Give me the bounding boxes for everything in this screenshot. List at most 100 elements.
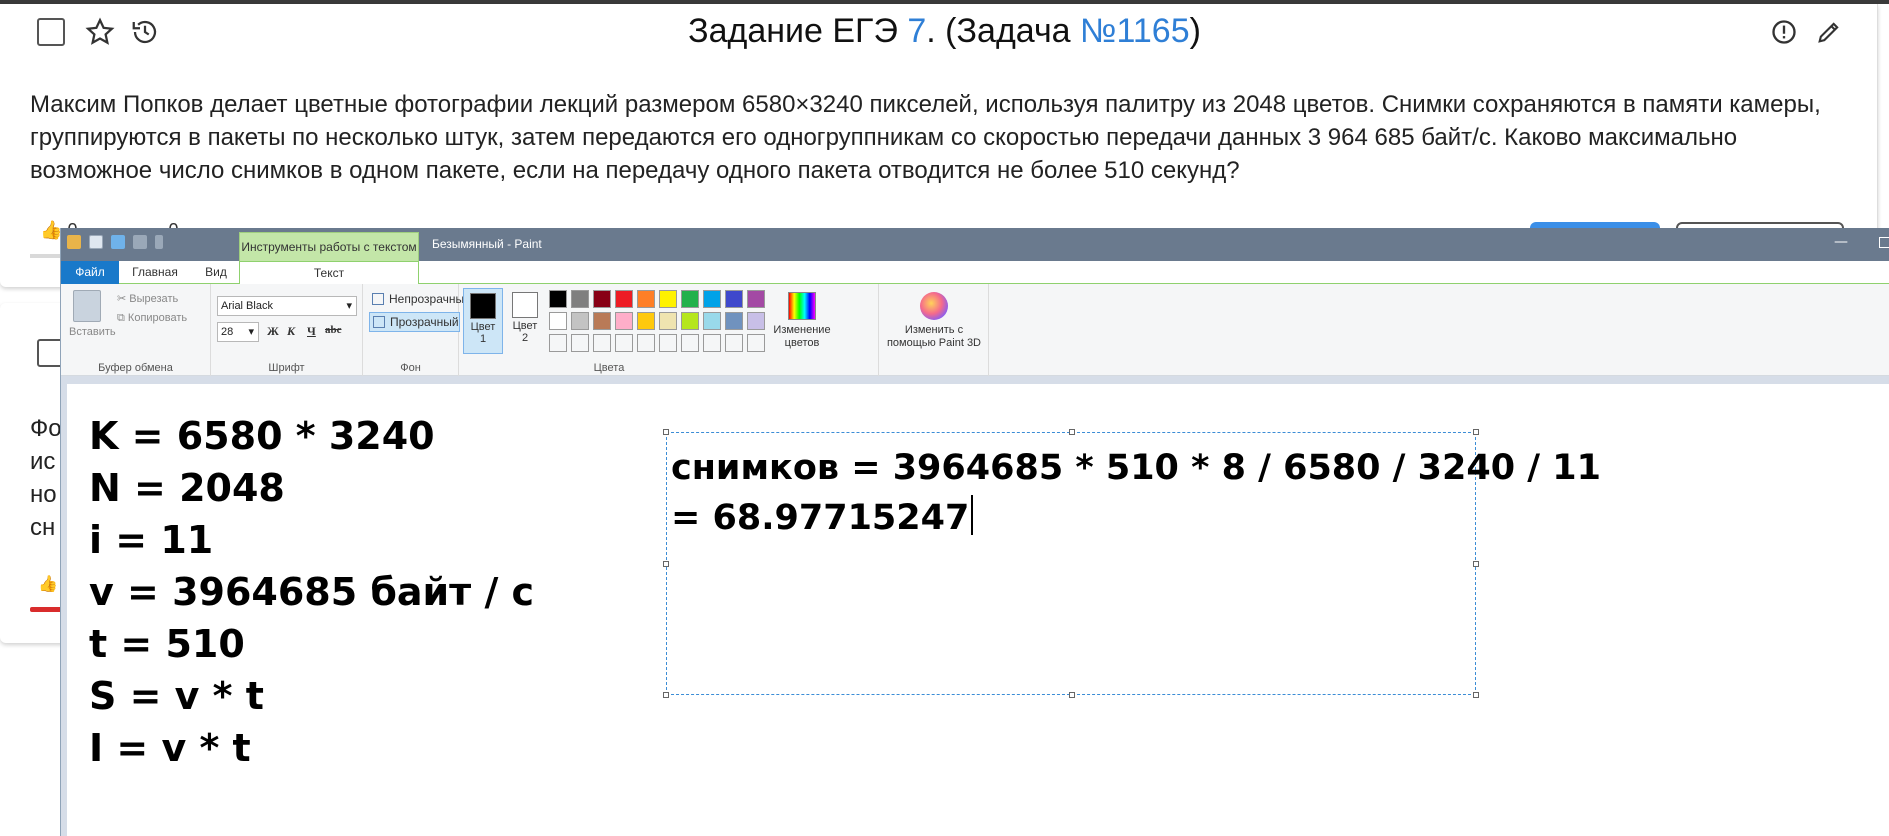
edit-colors-label: цветов [784,337,820,349]
palette-swatch[interactable] [615,334,633,352]
title-prefix: Задание ЕГЭ [688,12,908,50]
copy-label: Копировать [127,312,188,324]
palette-swatch[interactable] [593,312,611,330]
paint3d-button[interactable]: Изменить с помощью Paint 3D [883,288,985,350]
minimize-button[interactable]: — [1834,234,1848,250]
paint3d-label: помощью Paint 3D [886,337,982,349]
customize-toolbar-icon[interactable] [155,235,163,249]
palette-swatch[interactable] [637,312,655,330]
paint3d-group: Изменить с помощью Paint 3D [879,284,989,376]
palette-grid [549,290,765,352]
cut-label: Вырезать [129,293,179,305]
color-2-label: Цвет [512,320,538,332]
palette-swatch[interactable] [593,334,611,352]
maximize-button[interactable] [1879,237,1889,248]
palette-swatch[interactable] [571,290,589,308]
palette-swatch[interactable] [549,290,567,308]
palette-swatch[interactable] [681,290,699,308]
edit-colors-label: Изменение [773,324,831,336]
text-box[interactable]: снимков = 3964685 * 510 * 8 / 6580 / 324… [663,429,1601,698]
task-id-link[interactable]: №1165 [1080,12,1190,50]
resize-handle[interactable] [1473,561,1479,567]
opaque-option[interactable]: Непрозрачный [369,290,471,310]
palette-swatch[interactable] [637,334,655,352]
formula-line: I = v * t [89,726,251,770]
paste-button[interactable]: Вставить [69,326,116,338]
save-icon[interactable] [89,235,103,249]
colors-group-label: Цвета [593,362,625,374]
resize-handle[interactable] [1069,429,1075,435]
palette-swatch[interactable] [681,334,699,352]
text-caret [971,495,974,535]
transparent-option[interactable]: Прозрачный [369,312,460,332]
paint3d-label: Изменить с [904,324,964,336]
font-size-value: 28 [221,326,234,338]
text-box-content: снимков = 3964685 * 510 * 8 / 6580 / 324… [671,443,1601,543]
palette-swatch[interactable] [659,312,677,330]
second-thumbs-up-icon[interactable]: 👍 [38,574,58,593]
color-1-button[interactable]: Цвет 1 [463,288,503,354]
palette-swatch[interactable] [703,312,721,330]
underline-button[interactable]: Ч [307,324,316,339]
undo-icon[interactable] [111,235,125,249]
resize-handle[interactable] [1473,692,1479,698]
color-2-button[interactable]: Цвет 2 [505,288,545,354]
font-size-select[interactable]: 28 ▾ [217,322,259,342]
opaque-icon [372,293,384,305]
formula-line: N = 2048 [89,466,285,510]
palette-swatch[interactable] [659,334,677,352]
palette-swatch[interactable] [747,290,765,308]
tab-text[interactable]: Текст [239,261,419,285]
resize-handle[interactable] [663,561,669,567]
palette-swatch[interactable] [725,312,743,330]
palette-swatch[interactable] [571,334,589,352]
edit-pencil-icon[interactable] [1811,14,1847,50]
cut-button[interactable]: ✂ Вырезать [117,292,178,305]
palette-swatch[interactable] [703,290,721,308]
ribbon: Вставить ✂ Вырезать ⧉ Копировать Буфер о… [61,284,1889,376]
palette-swatch[interactable] [571,312,589,330]
title-suffix: ) [1189,12,1201,50]
paste-icon[interactable] [73,290,101,322]
edit-colors-button[interactable]: Изменение цветов [769,288,835,350]
palette-swatch[interactable] [615,312,633,330]
page-title: Задание ЕГЭ 7. (Задача №1165) [0,12,1889,51]
bold-button[interactable]: Ж [267,324,279,339]
copy-button[interactable]: ⧉ Копировать [117,312,187,325]
paint-app-icon[interactable] [67,235,81,249]
palette-swatch[interactable] [659,290,677,308]
tab-file[interactable]: Файл [61,261,119,284]
palette-swatch[interactable] [703,334,721,352]
palette-swatch[interactable] [615,290,633,308]
strikethrough-button[interactable]: abc [325,324,342,336]
redo-icon[interactable] [133,235,147,249]
paint-window: Инструменты работы с текстом Безымянный … [60,228,1889,836]
resize-handle[interactable] [663,692,669,698]
palette-swatch[interactable] [725,334,743,352]
formula-line: t = 510 [89,622,245,666]
tab-view[interactable]: Вид [191,261,241,284]
tab-home[interactable]: Главная [123,261,187,284]
palette-swatch[interactable] [747,312,765,330]
resize-handle[interactable] [663,429,669,435]
resize-handle[interactable] [1473,429,1479,435]
palette-swatch[interactable] [747,334,765,352]
palette-swatch[interactable] [637,290,655,308]
task-statement: Максим Попков делает цветные фотографии … [30,91,1821,184]
italic-button[interactable]: К [287,324,295,339]
exam-task-number-link[interactable]: 7 [907,12,926,50]
palette-swatch[interactable] [549,312,567,330]
text-box-line-2-text: = 68.97715247 [671,498,970,538]
drawing-canvas[interactable]: K = 6580 * 3240 N = 2048 i = 11 v = 3964… [67,384,1889,836]
palette-swatch[interactable] [549,334,567,352]
clipboard-group: Вставить ✂ Вырезать ⧉ Копировать Буфер о… [61,284,211,376]
chevron-down-icon: ▾ [248,326,254,338]
palette-swatch[interactable] [681,312,699,330]
palette-swatch[interactable] [725,290,743,308]
font-family-select[interactable]: Arial Black ▾ [217,296,357,316]
text-box-line-2: = 68.97715247 [671,493,1601,543]
report-icon[interactable] [1766,14,1802,50]
palette-swatch[interactable] [593,290,611,308]
colors-group: Цвет 1 Цвет 2 Изменение цветов Цвета [459,284,879,376]
resize-handle[interactable] [1069,692,1075,698]
